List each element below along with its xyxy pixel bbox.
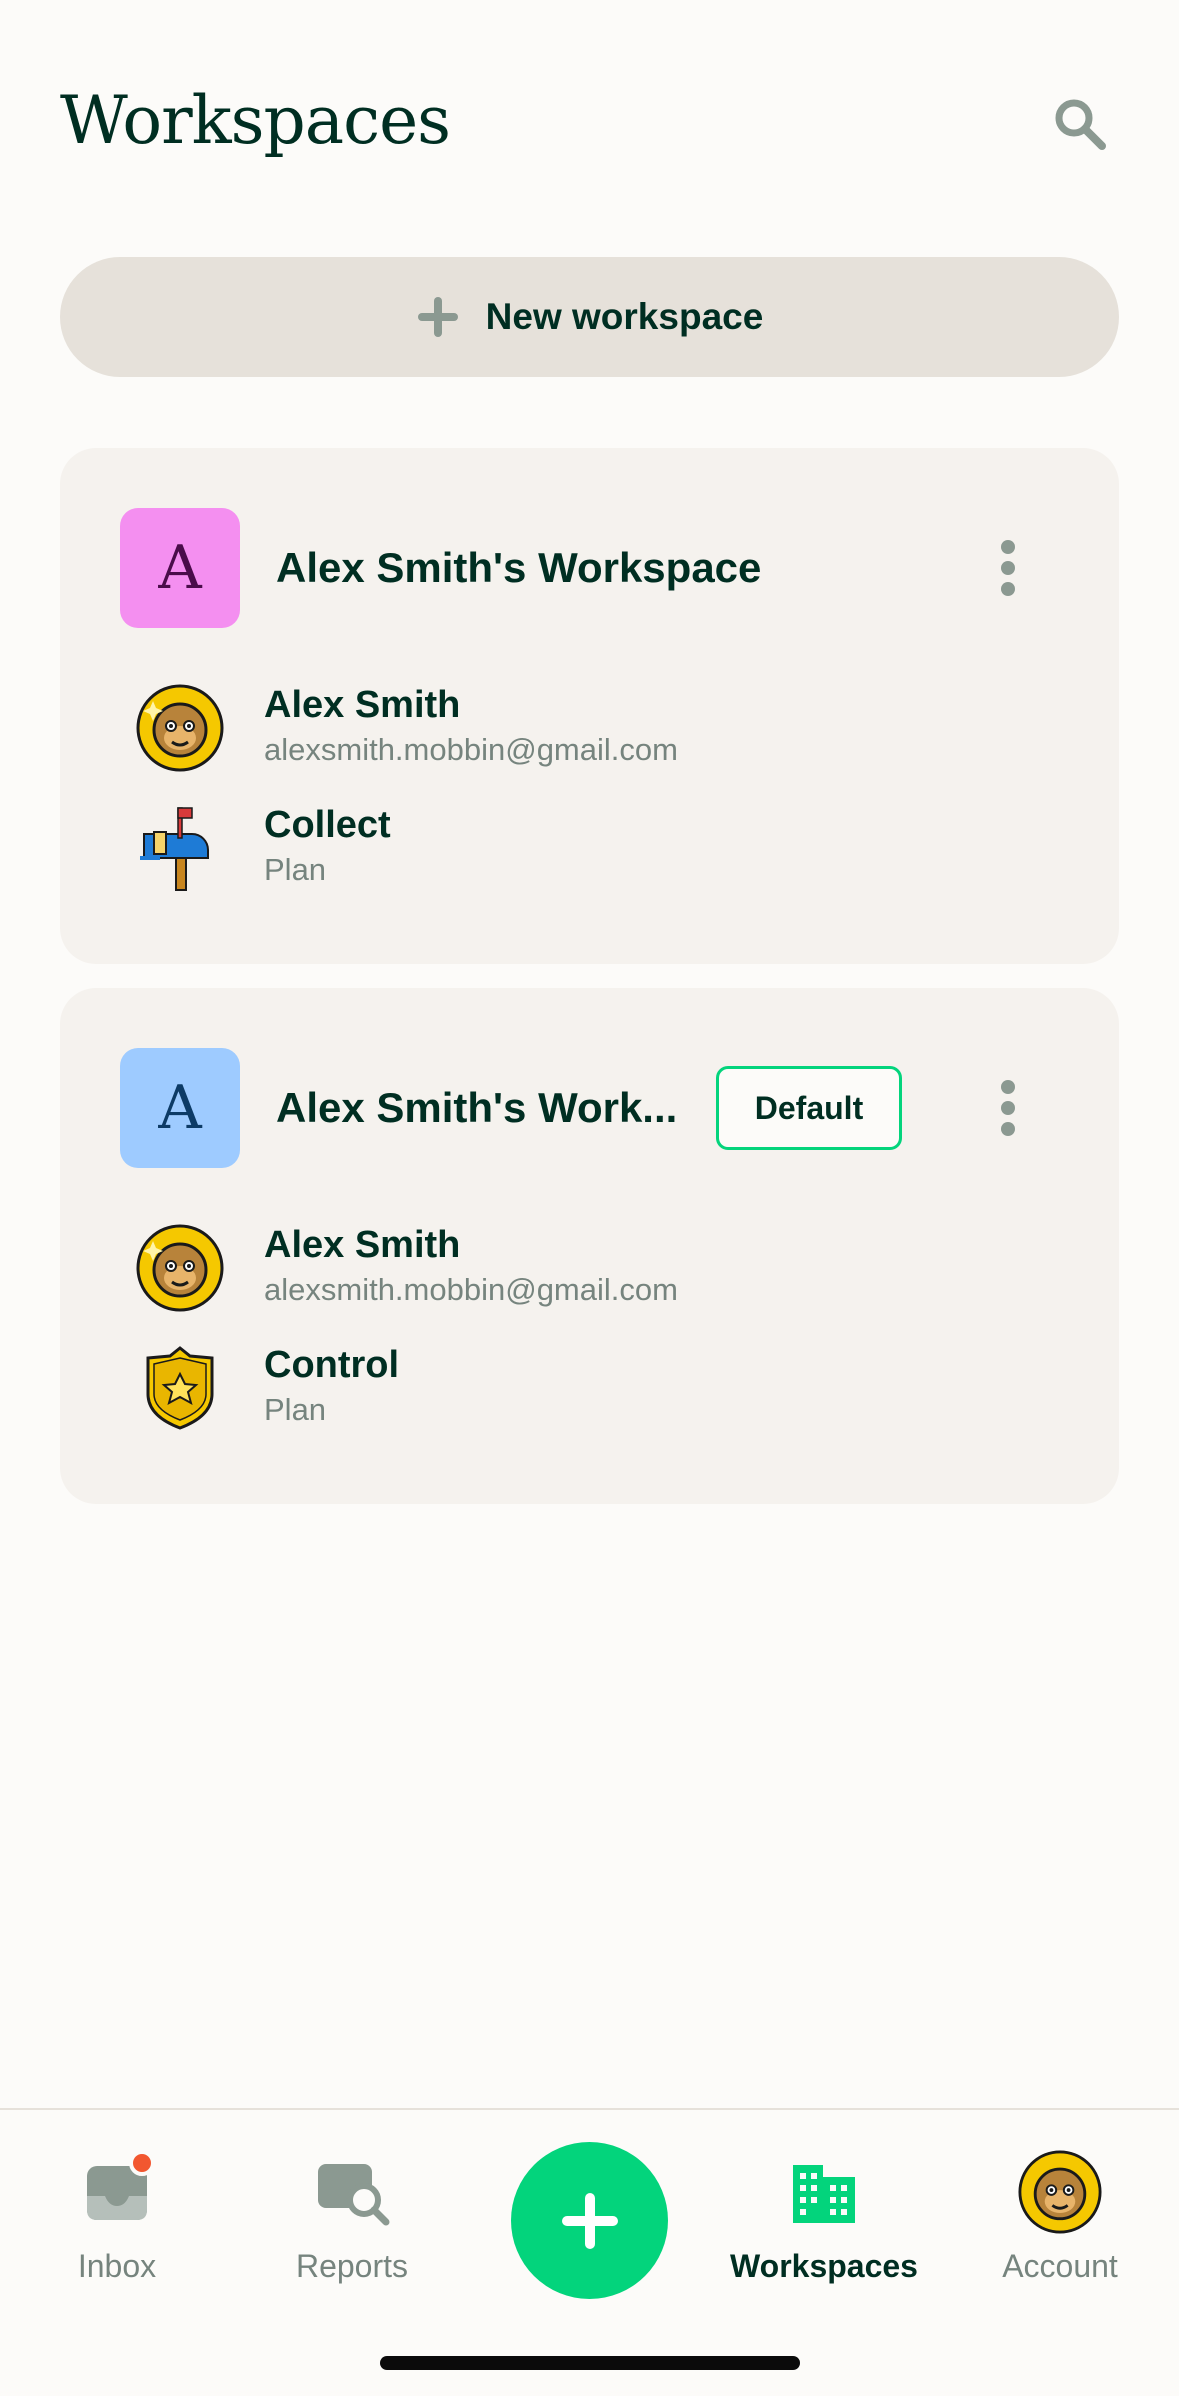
tab-label: Inbox (77, 2248, 157, 2284)
more-dot (1001, 561, 1015, 575)
tab-reports[interactable]: Reports (252, 2150, 452, 2290)
tab-label: Reports (295, 2248, 409, 2284)
inbox-icon-wrap (75, 2150, 159, 2234)
workspace-avatar: A (120, 508, 240, 628)
notification-dot (129, 2150, 155, 2176)
workspace-card[interactable]: A Alex Smith's Work... Default Alex Smit… (60, 988, 1119, 1504)
tab-workspaces[interactable]: Workspaces (724, 2150, 924, 2290)
more-options-button[interactable] (978, 532, 1038, 604)
owner-avatar-icon (136, 1224, 224, 1312)
more-dot (1001, 582, 1015, 596)
tab-label: Workspaces (730, 2248, 918, 2284)
plan-label: Plan (264, 852, 327, 887)
account-icon-wrap (1018, 2150, 1102, 2234)
workspace-name: Alex Smith's Workspace (276, 544, 762, 591)
new-workspace-label: New workspace (485, 296, 764, 337)
owner-row: Alex Smith alexsmith.mobbin@gmail.com (136, 1222, 1036, 1314)
create-fab-button[interactable] (511, 2142, 668, 2299)
plus-icon (417, 297, 458, 337)
tab-inbox[interactable]: Inbox (17, 2150, 217, 2290)
tab-account[interactable]: Account (960, 2150, 1160, 2290)
plan-row: Collect Plan (136, 802, 1036, 894)
more-dot (1001, 1122, 1015, 1136)
default-badge: Default (716, 1066, 902, 1150)
shield-badge-icon (146, 1346, 214, 1430)
page-title: Workspaces (60, 82, 451, 159)
more-options-button[interactable] (978, 1072, 1038, 1144)
plan-row: Control Plan (136, 1342, 1036, 1434)
owner-name: Alex Smith (264, 1224, 461, 1266)
owner-email: alexsmith.mobbin@gmail.com (264, 1272, 678, 1307)
plan-name: Collect (264, 804, 391, 846)
workspace-card[interactable]: A Alex Smith's Workspace Alex Smith alex… (60, 448, 1119, 964)
tab-label: Account (1002, 2248, 1118, 2284)
plus-icon (561, 2192, 618, 2249)
reports-search-icon (318, 2164, 390, 2226)
building-icon (793, 2165, 855, 2223)
owner-name: Alex Smith (264, 684, 461, 726)
more-dot (1001, 1080, 1015, 1094)
home-indicator (380, 2356, 800, 2370)
workspaces-icon-wrap (782, 2150, 866, 2234)
bottom-tab-bar: Inbox Reports Workspaces Account (0, 2108, 1179, 2396)
workspace-avatar-letter: A (158, 1073, 202, 1143)
owner-email: alexsmith.mobbin@gmail.com (264, 732, 678, 767)
search-icon (1055, 99, 1106, 150)
avatar-icon (1018, 2150, 1102, 2234)
workspace-name: Alex Smith's Work... (276, 1084, 678, 1131)
reports-icon-wrap (310, 2150, 394, 2234)
mailbox-icon (140, 807, 209, 891)
plan-label: Plan (264, 1392, 327, 1427)
more-dot (1001, 540, 1015, 554)
workspace-avatar: A (120, 1048, 240, 1168)
owner-avatar-icon (136, 684, 224, 772)
more-dot (1001, 1101, 1015, 1115)
owner-row: Alex Smith alexsmith.mobbin@gmail.com (136, 682, 1036, 774)
workspace-avatar-letter: A (158, 533, 202, 603)
search-button[interactable] (1048, 92, 1112, 156)
plan-name: Control (264, 1344, 400, 1386)
new-workspace-button[interactable]: New workspace (60, 257, 1119, 377)
